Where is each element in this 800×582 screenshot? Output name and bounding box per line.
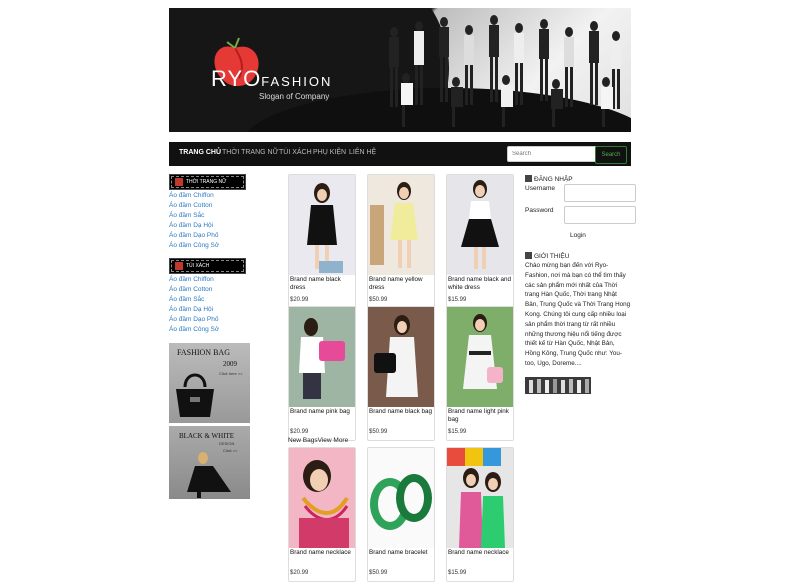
- category-link[interactable]: Áo đầm Công Sở: [169, 241, 259, 251]
- username-input[interactable]: [564, 184, 636, 202]
- product-image: [289, 175, 355, 275]
- ad-fashion-bag[interactable]: FASHION BAG 2009 Click here >>: [169, 343, 250, 423]
- ad-title: BLACK & WHITE: [179, 432, 235, 440]
- brand-logo[interactable]: RYOFASHION Slogan of Company: [211, 66, 333, 101]
- ad-sub: DESIGN: [219, 441, 235, 446]
- ad-black-white[interactable]: BLACK & WHITE DESIGN Click >>: [169, 426, 250, 499]
- username-label: Username: [525, 185, 555, 192]
- product-name: Brand name black dress: [290, 276, 341, 291]
- product-price: $50.99: [369, 570, 388, 576]
- product-name: Brand name black bag: [369, 408, 433, 415]
- product-image: [447, 175, 513, 275]
- product-image: [368, 448, 434, 548]
- product-name: Brand name pink bag: [290, 408, 350, 415]
- product-image: [368, 307, 434, 407]
- product-price: $15.99: [448, 429, 467, 435]
- ad-link[interactable]: Click here >>: [219, 371, 243, 376]
- login-header: ĐĂNG NHẬP: [525, 175, 573, 183]
- slogan: Slogan of Company: [259, 92, 330, 101]
- category-link[interactable]: Áo đầm Dạo Phố: [169, 315, 259, 325]
- product-price: $15.99: [448, 297, 467, 303]
- logo-main: RYO: [211, 66, 262, 91]
- main-nav: TRANG CHỦ THỜI TRANG NỮ TÚI XÁCH PHỤ KIỆ…: [169, 142, 631, 166]
- product-name: Brand name bracelet: [369, 549, 428, 556]
- product-name: Brand name necklace: [448, 549, 509, 556]
- info-icon: [525, 252, 532, 259]
- product-image: [447, 307, 513, 407]
- models-photo: [389, 15, 621, 127]
- product-card[interactable]: Brand name necklace $15.99: [446, 447, 514, 582]
- intro-text: Chào mừng bạn đến với Ryo-Fashion, nơi m…: [525, 262, 631, 367]
- category-link[interactable]: Áo đầm Công Sở: [169, 325, 259, 335]
- product-card[interactable]: Brand name bracelet $50.99: [367, 447, 435, 582]
- product-price: $50.99: [369, 297, 388, 303]
- model-figure-icon: [187, 452, 231, 498]
- models-thumbnail[interactable]: [525, 377, 591, 394]
- ad-title: FASHION BAG: [177, 348, 230, 357]
- category-icon: [175, 178, 183, 186]
- product-name: Brand name yellow dress: [369, 276, 423, 291]
- new-bags-view-more-link[interactable]: New BagsView More: [288, 437, 348, 444]
- product-name: Brand name necklace: [290, 549, 351, 556]
- category-link[interactable]: Áo đầm Dạ Hội: [169, 221, 259, 231]
- logo-sub: FASHION: [261, 74, 333, 89]
- product-name: Brand name black and white dress: [448, 276, 512, 291]
- nav-contact[interactable]: LIÊN HỆ: [349, 149, 376, 156]
- category-link[interactable]: Áo đầm Sắc: [169, 211, 259, 221]
- product-card[interactable]: Brand name black dress $20.99: [288, 174, 356, 309]
- product-price: $15.99: [448, 570, 467, 576]
- product-card[interactable]: Brand name black and white dress $15.99: [446, 174, 514, 309]
- intro-title: GIỚI THIỆU: [534, 253, 570, 260]
- product-price: $20.99: [290, 429, 309, 435]
- category-link[interactable]: Áo đầm Dạo Phố: [169, 231, 259, 241]
- category-title: TÚI XÁCH: [186, 263, 210, 269]
- intro-header: GIỚI THIỆU: [525, 252, 569, 260]
- product-card[interactable]: Brand name light pink bag $15.99: [446, 306, 514, 441]
- password-input[interactable]: [564, 206, 636, 224]
- category-list-women-fashion: Áo đầm Chiffon Áo đầm Cotton Áo đầm Sắc …: [169, 191, 259, 251]
- category-list-bags: Áo đầm Chiffon Áo đầm Cotton Áo đầm Sắc …: [169, 275, 259, 335]
- category-header-women-fashion: THỜI TRANG NỮ: [169, 174, 246, 190]
- product-card[interactable]: Brand name pink bag $20.99: [288, 306, 356, 441]
- handbag-icon: [176, 373, 214, 417]
- header-banner: RYOFASHION Slogan of Company: [169, 8, 631, 132]
- category-link[interactable]: Áo đầm Dạ Hội: [169, 305, 259, 315]
- product-image: [447, 448, 513, 548]
- login-button[interactable]: Login: [570, 232, 586, 239]
- product-card[interactable]: Brand name black bag $50.99: [367, 306, 435, 441]
- login-title: ĐĂNG NHẬP: [534, 176, 573, 183]
- product-price: $50.99: [369, 429, 388, 435]
- category-icon: [175, 262, 183, 270]
- product-image: [289, 448, 355, 548]
- nav-accessories[interactable]: PHỤ KIỆN: [313, 149, 346, 156]
- nav-home[interactable]: TRANG CHỦ: [179, 149, 221, 156]
- product-price: $20.99: [290, 297, 309, 303]
- ad-year: 2009: [223, 360, 237, 368]
- category-link[interactable]: Áo đầm Sắc: [169, 295, 259, 305]
- category-title: THỜI TRANG NỮ: [186, 179, 227, 185]
- product-card[interactable]: Brand name yellow dress $50.99: [367, 174, 435, 309]
- product-image: [289, 307, 355, 407]
- nav-women-fashion[interactable]: THỜI TRANG NỮ: [222, 149, 279, 156]
- category-link[interactable]: Áo đầm Chiffon: [169, 275, 259, 285]
- search-button[interactable]: Search: [595, 146, 627, 164]
- product-price: $20.99: [290, 570, 309, 576]
- password-label: Password: [525, 207, 554, 214]
- category-link[interactable]: Áo đầm Cotton: [169, 285, 259, 295]
- user-icon: [525, 175, 532, 182]
- nav-bags[interactable]: TÚI XÁCH: [279, 149, 312, 156]
- category-header-bags: TÚI XÁCH: [169, 258, 246, 274]
- product-image: [368, 175, 434, 275]
- category-link[interactable]: Áo đầm Cotton: [169, 201, 259, 211]
- category-link[interactable]: Áo đầm Chiffon: [169, 191, 259, 201]
- search-input[interactable]: [507, 146, 597, 162]
- product-name: Brand name light pink bag: [448, 408, 509, 423]
- product-card[interactable]: Brand name necklace $20.99: [288, 447, 356, 582]
